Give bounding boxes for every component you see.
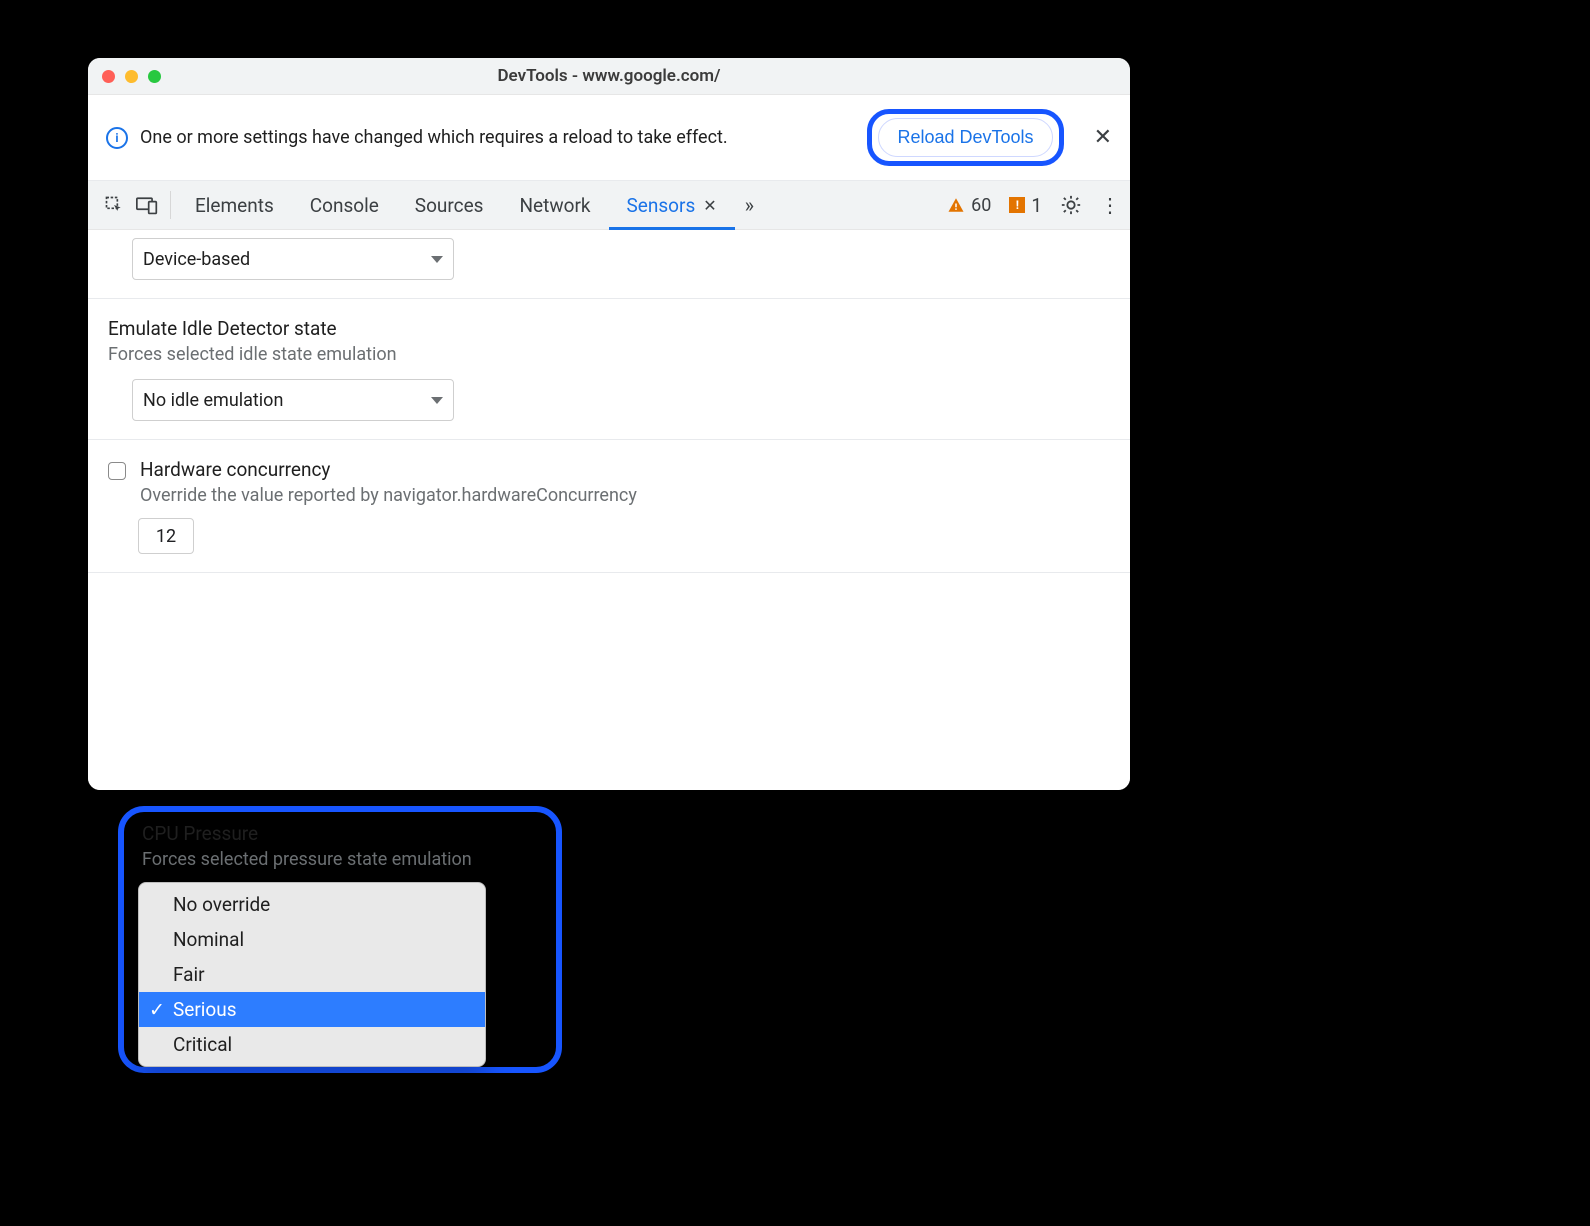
tab-network[interactable]: Network [501, 181, 608, 229]
cpu-option-no-override[interactable]: No override [139, 887, 485, 922]
cpu-option-serious[interactable]: Serious [139, 992, 485, 1027]
tab-label: Sensors [627, 194, 696, 217]
orientation-section: Device-based [88, 230, 1130, 298]
cpu-pressure-subtitle: Forces selected pressure state emulation [142, 849, 542, 870]
warnings-number: 60 [971, 195, 991, 216]
option-label: Serious [173, 998, 237, 1021]
info-icon: i [106, 127, 128, 149]
cpu-pressure-title: CPU Pressure [142, 822, 542, 845]
tab-console[interactable]: Console [292, 181, 397, 229]
devtools-tab-bar: Elements Console Sources Network Sensors… [88, 181, 1130, 230]
issues-count[interactable]: 1 [1009, 194, 1042, 217]
status-indicators: 60 1 ⋮ [947, 193, 1120, 217]
inspect-element-icon[interactable] [98, 181, 130, 229]
annotation-highlight-cpu-pressure: CPU Pressure Forces selected pressure st… [118, 806, 562, 1073]
hardware-concurrency-section: Hardware concurrency Override the value … [88, 439, 1130, 572]
tab-label: Sources [415, 194, 484, 217]
dismiss-notice-button[interactable]: ✕ [1094, 125, 1112, 150]
tab-label: Console [310, 194, 379, 217]
tab-sensors[interactable]: Sensors ✕ [609, 181, 735, 229]
window-minimize-button[interactable] [125, 70, 138, 83]
chevron-down-icon [431, 397, 443, 404]
tabs-overflow-icon[interactable]: » [735, 193, 764, 217]
idle-select[interactable]: No idle emulation [132, 379, 454, 421]
warning-icon [947, 196, 965, 214]
window-title: DevTools - www.google.com/ [88, 66, 1130, 86]
chevron-down-icon [431, 256, 443, 263]
hardware-concurrency-input[interactable]: 12 [138, 518, 194, 554]
tab-sources[interactable]: Sources [397, 181, 502, 229]
issue-icon [1009, 197, 1025, 213]
select-value: Device-based [143, 249, 250, 270]
cpu-pressure-section-placeholder [88, 572, 1130, 789]
issues-number: 1 [1031, 194, 1042, 217]
reload-devtools-button[interactable]: Reload DevTools [878, 118, 1052, 157]
option-label: No override [173, 893, 270, 916]
select-value: No idle emulation [143, 390, 283, 411]
cpu-pressure-dropdown[interactable]: No override Nominal Fair Serious Critica… [138, 882, 486, 1067]
annotation-highlight-reload: Reload DevTools [867, 109, 1063, 166]
more-options-icon[interactable]: ⋮ [1100, 193, 1120, 217]
titlebar: DevTools - www.google.com/ [88, 58, 1130, 95]
tab-label: Network [519, 194, 590, 217]
tab-elements[interactable]: Elements [177, 181, 292, 229]
idle-subtitle: Forces selected idle state emulation [108, 344, 1110, 365]
idle-title: Emulate Idle Detector state [108, 317, 1110, 340]
tab-label: Elements [195, 194, 274, 217]
orientation-select[interactable]: Device-based [132, 238, 454, 280]
reload-notice-text: One or more settings have changed which … [140, 127, 728, 148]
settings-icon[interactable] [1060, 194, 1082, 216]
close-tab-icon[interactable]: ✕ [703, 196, 716, 215]
hardware-title: Hardware concurrency [140, 458, 1110, 481]
cpu-option-nominal[interactable]: Nominal [139, 922, 485, 957]
cpu-option-fair[interactable]: Fair [139, 957, 485, 992]
option-label: Fair [173, 963, 205, 986]
hardware-concurrency-checkbox[interactable] [108, 462, 126, 480]
devtools-window: DevTools - www.google.com/ i One or more… [88, 58, 1130, 790]
idle-detector-section: Emulate Idle Detector state Forces selec… [88, 298, 1130, 439]
window-controls [102, 70, 161, 83]
hardware-subtitle: Override the value reported by navigator… [140, 485, 1110, 506]
sensors-panel: Device-based Emulate Idle Detector state… [88, 230, 1130, 790]
reload-notice-bar: i One or more settings have changed whic… [88, 95, 1130, 181]
divider [170, 191, 171, 219]
warnings-count[interactable]: 60 [947, 195, 991, 216]
option-label: Nominal [173, 928, 244, 951]
option-label: Critical [173, 1033, 232, 1056]
hardware-concurrency-value: 12 [156, 526, 176, 547]
window-close-button[interactable] [102, 70, 115, 83]
device-toolbar-icon[interactable] [130, 181, 164, 229]
window-maximize-button[interactable] [148, 70, 161, 83]
cpu-option-critical[interactable]: Critical [139, 1027, 485, 1062]
